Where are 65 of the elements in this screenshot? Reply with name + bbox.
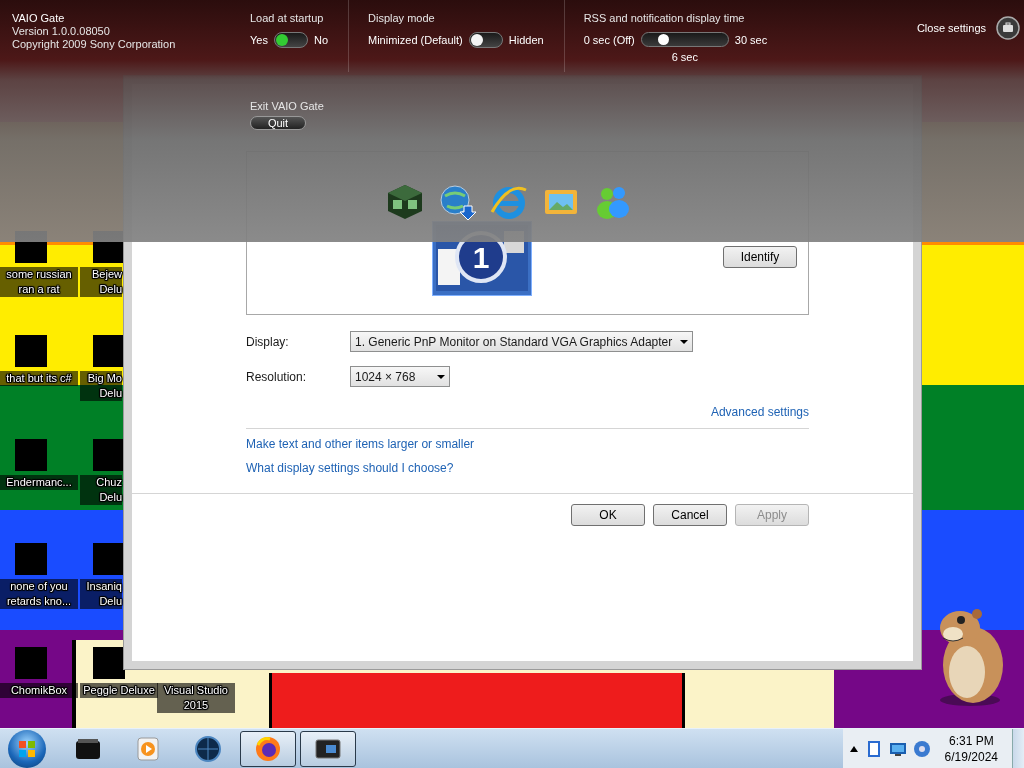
copyright-text: Copyright 2009 Sony Corporation [12, 38, 177, 50]
icon-label[interactable]: Insaniq Delu [80, 579, 122, 609]
option-label: Hidden [508, 34, 544, 46]
slider-thumb[interactable] [657, 34, 669, 45]
icon-label[interactable]: ChomikBox [0, 683, 78, 698]
setting-label: Load at startup [250, 12, 325, 24]
dialog-button[interactable]: Cancel [653, 504, 727, 526]
redacted-icon [93, 647, 125, 679]
icon-label[interactable]: that but its c# [0, 371, 78, 386]
option-label: Minimized (Default) [368, 34, 463, 46]
redacted-icon [15, 647, 47, 679]
identify-button[interactable]: Identify [723, 246, 797, 268]
option-label: Yes [250, 34, 268, 46]
quit-button[interactable]: Quit [250, 116, 306, 130]
slider-min-label: 0 sec (Off) [583, 33, 635, 46]
option-label: No [313, 34, 328, 46]
icon-label[interactable]: Peggle Deluxe [80, 683, 158, 698]
redacted-icon [93, 335, 125, 367]
slider-reading: 6 sec [670, 51, 699, 63]
display-dropdown[interactable]: 1. Generic PnP Monitor on Standard VGA Graphics Adapter [350, 331, 694, 352]
close-settings-link[interactable]: Close settings [916, 22, 986, 34]
icon-label[interactable]: Bejew Delu [80, 267, 122, 297]
icon-label[interactable]: Big Mo Delu [80, 371, 122, 401]
help-link[interactable]: Make text and other items larger or smaller [246, 437, 475, 451]
toggle-switch[interactable] [273, 32, 308, 48]
redacted-icon [93, 543, 125, 575]
redacted-icon [15, 543, 47, 575]
app-title: VAIO Gate [12, 12, 66, 24]
taskbar-button[interactable] [240, 730, 296, 767]
clock-date: 6/19/2024 [944, 749, 998, 764]
resolution-dropdown[interactable]: 1024 × 768 [350, 366, 451, 387]
setting-label: Exit VAIO Gate [250, 100, 324, 112]
dialog-button[interactable]: OK [571, 504, 645, 526]
disc-icon[interactable] [912, 739, 931, 758]
time-slider[interactable] [640, 32, 729, 47]
globe-download-icon[interactable] [437, 182, 477, 222]
toggle-knob[interactable] [275, 34, 288, 46]
play-icon [134, 734, 162, 763]
windows-logo-icon [19, 740, 35, 757]
help-link[interactable]: What display settings should I choose? [246, 461, 454, 475]
field-label: Display: [246, 334, 290, 349]
icon-label[interactable]: Visual Studio 2015 [157, 683, 235, 713]
toggle-switch[interactable] [468, 32, 503, 48]
slider-max-label: 30 sec [734, 33, 768, 46]
redacted-icon [15, 335, 47, 367]
icon-label[interactable]: some russian ran a rat [0, 267, 78, 297]
fox-globe-icon [254, 734, 282, 763]
toggle-knob[interactable] [470, 34, 483, 46]
icon-label[interactable]: none of you retards kno... [0, 579, 78, 609]
redacted-icon [15, 439, 47, 471]
field-label: Resolution: [246, 369, 308, 384]
clock-time: 6:31 PM [948, 733, 994, 748]
icon-label[interactable]: Endermanc... [0, 475, 78, 490]
redacted-icon [93, 439, 125, 471]
globe-icon [194, 734, 222, 763]
taskbar-button[interactable] [300, 730, 356, 767]
icon-label[interactable]: Chuz Delu [80, 475, 122, 505]
advanced-settings-link[interactable]: Advanced settings [710, 405, 809, 419]
caret-up-icon[interactable] [848, 744, 859, 753]
setting-label: Display mode [368, 12, 436, 24]
cube-icon[interactable] [385, 182, 425, 222]
setting-label: RSS and notification display time [583, 12, 746, 24]
start-button[interactable] [8, 729, 46, 768]
version-text: Version 1.0.0.08050 [12, 25, 111, 37]
toolbox-icon[interactable] [996, 16, 1020, 40]
